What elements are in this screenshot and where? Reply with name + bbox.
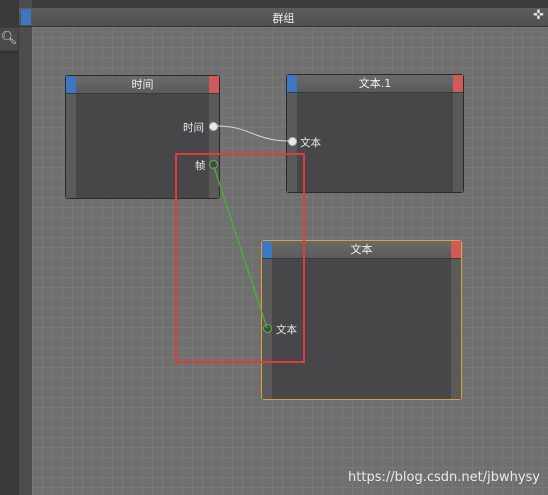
node-time-blue-tab xyxy=(66,76,76,93)
node-time-title: 时间 xyxy=(66,76,219,94)
panel-gap xyxy=(19,0,32,495)
port-label-time: 时间 xyxy=(183,122,204,134)
node-text1-right-column xyxy=(453,93,463,192)
node-text-right-column xyxy=(451,259,461,399)
move-icon[interactable]: ✜ xyxy=(533,8,544,23)
node-text1-red-tab xyxy=(453,75,463,92)
window-title: 群组 xyxy=(272,12,295,25)
node-text-red-tab xyxy=(451,241,461,258)
node-time-red-tab xyxy=(209,76,219,93)
port-time-output[interactable] xyxy=(209,122,218,131)
watermark: https://blog.csdn.net/jbwhysy xyxy=(348,470,540,485)
port-label-text1-input: 文本 xyxy=(300,137,321,149)
group-titlebar[interactable]: 群组 ✜ xyxy=(19,8,548,27)
node-text1-blue-tab xyxy=(287,75,297,92)
highlight-box xyxy=(175,153,305,363)
left-panel: 🔍︎ xyxy=(0,0,20,495)
search-icon[interactable]: 🔍︎ xyxy=(0,28,18,50)
node-time-left-column xyxy=(66,94,76,198)
port-text1-input[interactable] xyxy=(288,137,297,146)
divider xyxy=(0,52,18,53)
node-text1[interactable]: 文本.1 xyxy=(286,74,464,193)
node-text1-title: 文本.1 xyxy=(287,75,463,93)
